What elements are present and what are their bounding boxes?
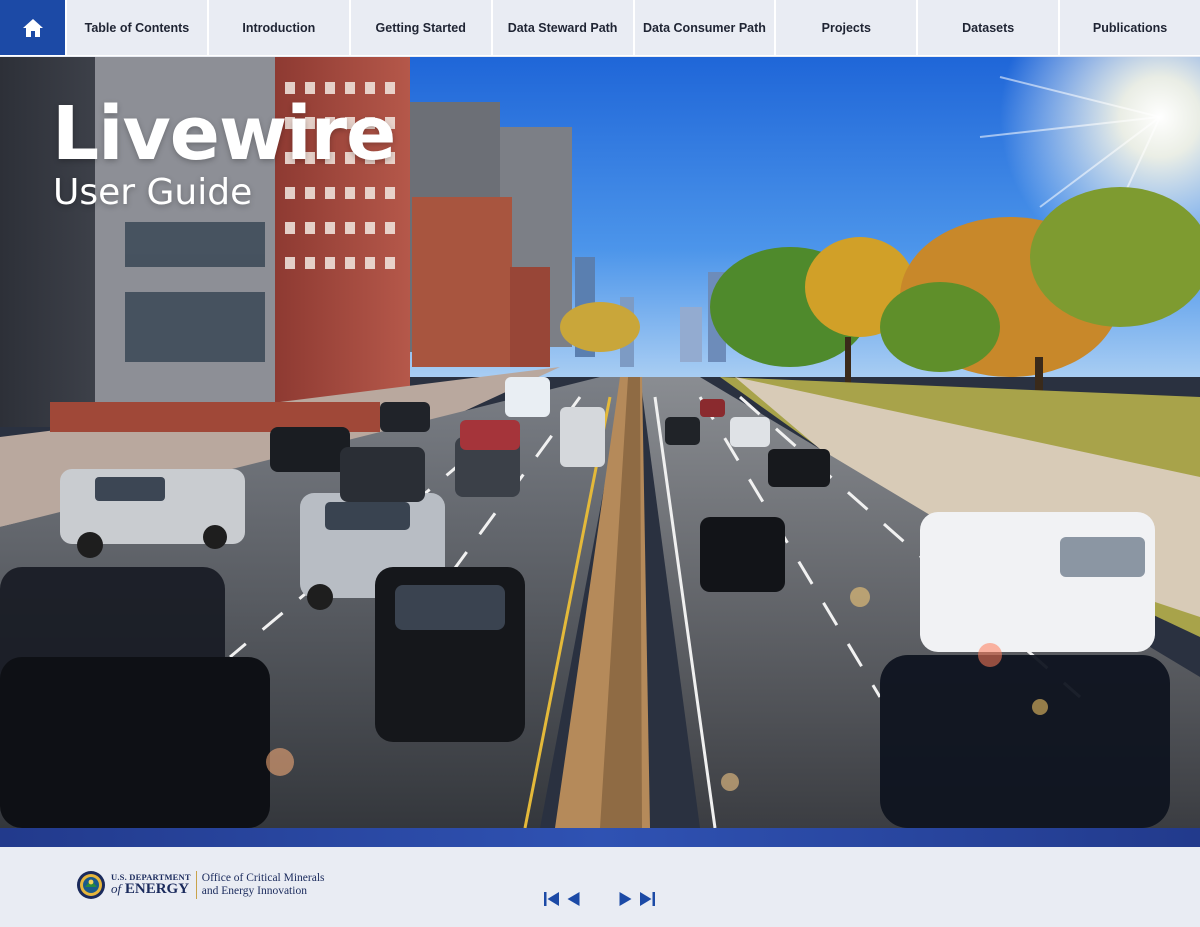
nav-data-consumer-path[interactable]: Data Consumer Path — [634, 0, 775, 55]
footer: U.S. DEPARTMENT of ENERGY Office of Crit… — [0, 847, 1200, 927]
nav-getting-started[interactable]: Getting Started — [350, 0, 491, 55]
next-page-button[interactable] — [619, 892, 632, 906]
hero-title: Livewire — [52, 91, 396, 177]
office-name: Office of Critical Minerals and Energy I… — [202, 872, 325, 898]
hero-banner: Livewire User Guide — [0, 57, 1200, 828]
nav-projects[interactable]: Projects — [776, 0, 917, 55]
nav-introduction[interactable]: Introduction — [208, 0, 349, 55]
nav-data-steward-path[interactable]: Data Steward Path — [492, 0, 633, 55]
doe-seal-icon — [77, 871, 105, 899]
doe-wordmark-energy: ENERGY — [124, 881, 190, 898]
office-name-line2: and Energy Innovation — [201, 885, 307, 897]
footer-accent-band — [0, 828, 1200, 847]
office-name-line1: Office of Critical Minerals — [201, 871, 325, 884]
logo-divider — [195, 871, 197, 899]
hero-subtitle: User Guide — [53, 172, 253, 213]
last-page-button[interactable] — [639, 892, 655, 906]
first-page-icon — [544, 892, 559, 906]
doe-wordmark-of: of — [111, 881, 122, 897]
doe-wordmark: U.S. DEPARTMENT of ENERGY — [111, 872, 191, 897]
doe-logo[interactable]: U.S. DEPARTMENT of ENERGY Office of Crit… — [76, 870, 325, 900]
home-icon — [22, 18, 43, 37]
last-page-icon — [640, 892, 655, 906]
doe-wordmark-bottom: of ENERGY — [111, 882, 191, 897]
nav-publications[interactable]: Publications — [1060, 0, 1200, 55]
previous-page-button[interactable] — [567, 892, 580, 906]
next-page-icon — [619, 892, 632, 906]
first-page-button[interactable] — [544, 892, 560, 906]
previous-page-icon — [567, 892, 580, 906]
nav-datasets[interactable]: Datasets — [918, 0, 1059, 55]
nav-table-of-contents[interactable]: Table of Contents — [67, 0, 207, 55]
home-button[interactable] — [0, 0, 66, 55]
top-navigation: Table of Contents Introduction Getting S… — [0, 0, 1200, 56]
